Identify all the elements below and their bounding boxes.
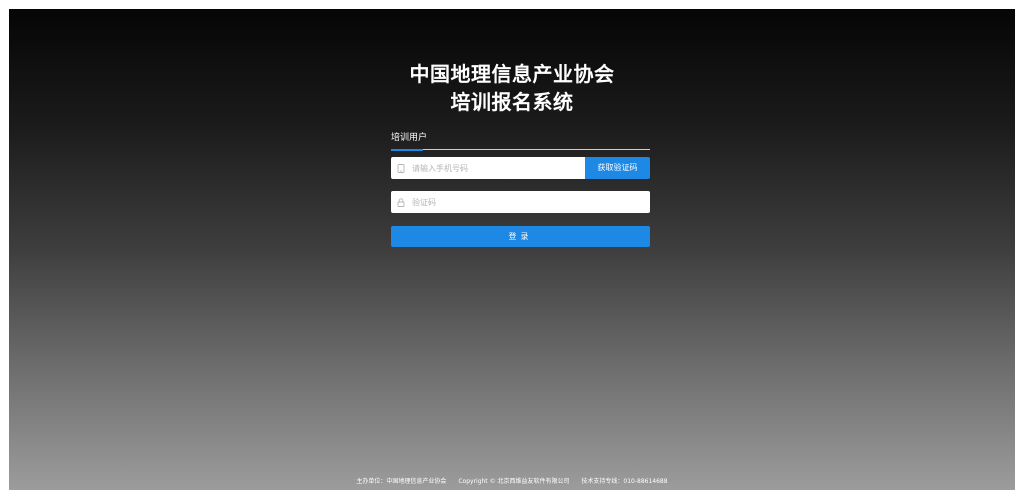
lock-icon	[396, 197, 406, 207]
phone-icon	[396, 163, 406, 173]
footer-organizer: 主办单位：中国地理信息产业协会	[356, 478, 447, 485]
footer-copyright: Copyright © 北京西维益友软件有限公司	[458, 478, 570, 485]
code-field[interactable]	[391, 191, 650, 213]
footer-support: 技术支持专线：010-88614688	[581, 478, 668, 485]
login-page: 中国地理信息产业协会 培训报名系统 培训用户 获取验证码 登录 主办单位：中国地…	[9, 9, 1015, 490]
phone-input[interactable]	[412, 163, 572, 173]
phone-field[interactable]	[391, 157, 585, 179]
tab-training-user[interactable]: 培训用户	[391, 131, 427, 145]
page-title-line1: 中国地理信息产业协会	[409, 62, 615, 86]
page-title-line2: 培训报名系统	[450, 90, 574, 114]
page-footer: 主办单位：中国地理信息产业协会 Copyright © 北京西维益友软件有限公司…	[9, 477, 1015, 487]
login-tabs: 培训用户	[391, 131, 650, 151]
tab-active-indicator	[391, 149, 423, 151]
code-input[interactable]	[412, 197, 572, 207]
get-code-button[interactable]: 获取验证码	[585, 157, 650, 179]
login-button[interactable]: 登录	[391, 226, 650, 247]
